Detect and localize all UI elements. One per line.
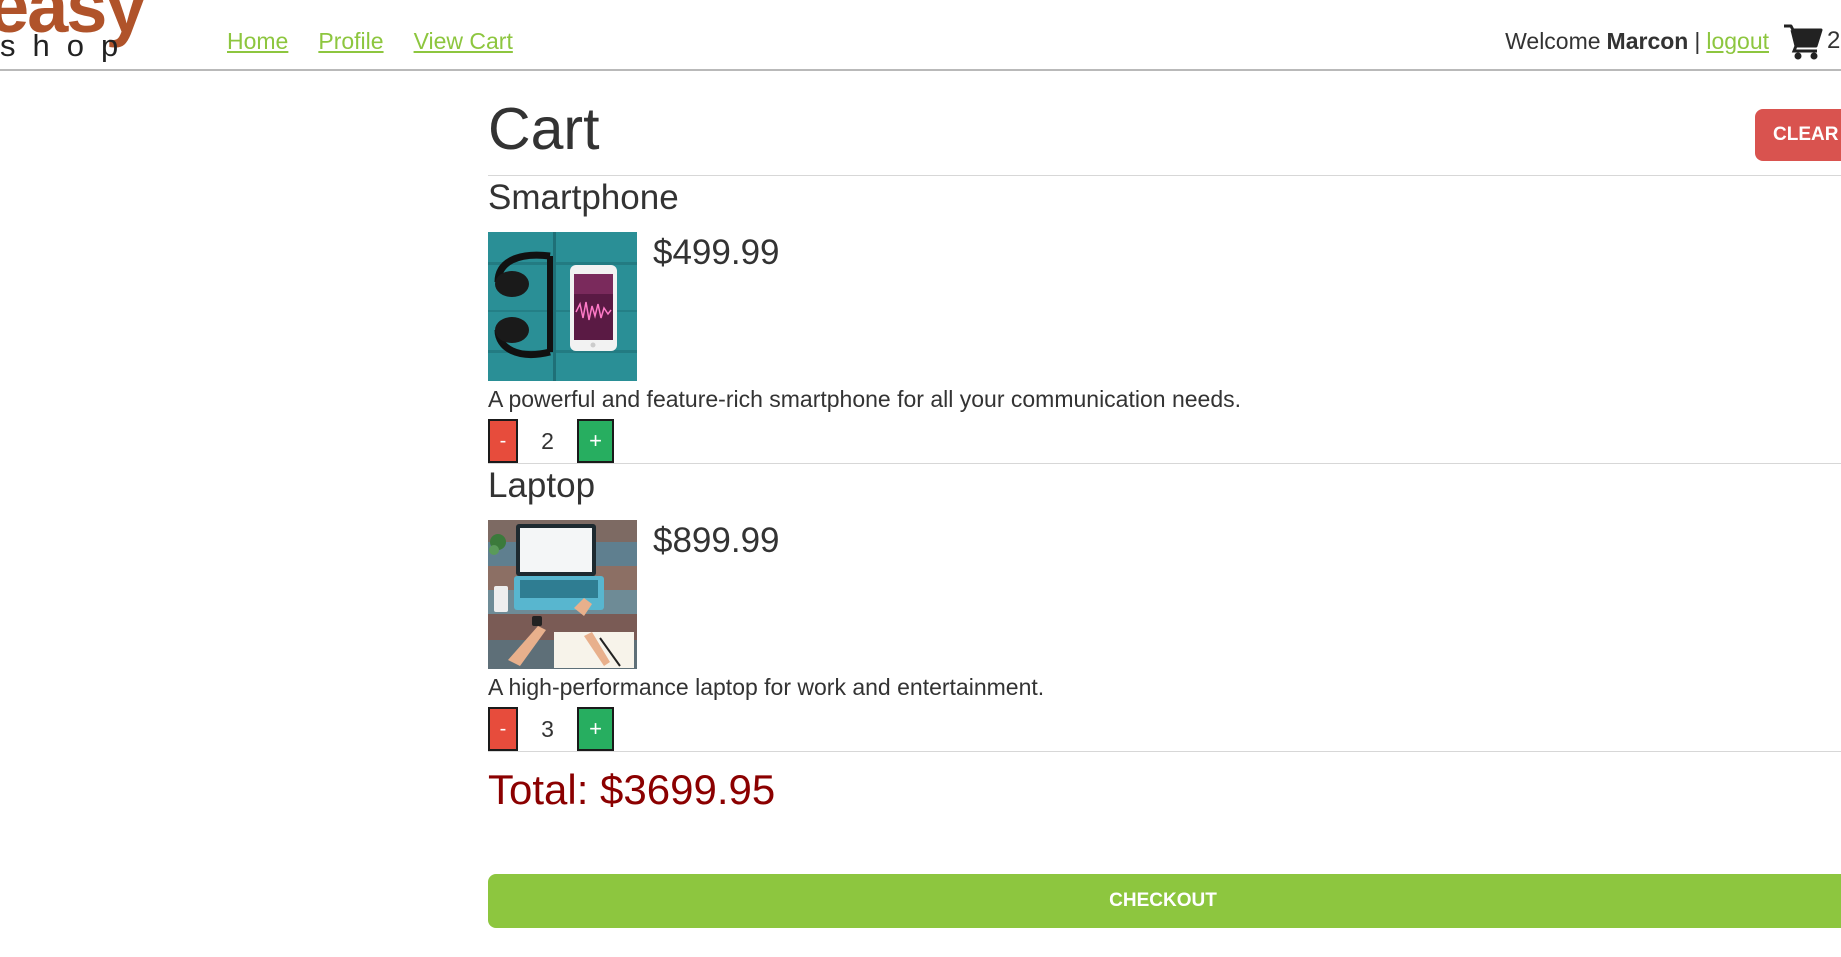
separator: | xyxy=(1694,27,1701,54)
user-area: Welcome Marcon | logout 2 xyxy=(1505,22,1841,60)
clear-cart-button[interactable]: CLEAR xyxy=(1755,109,1841,161)
decrease-quantity-button[interactable]: - xyxy=(488,419,518,463)
nav-view-cart-link[interactable]: View Cart xyxy=(414,28,513,55)
item-name: Smartphone xyxy=(488,178,679,217)
quantity-stepper: - 2 + xyxy=(488,419,614,463)
item-name: Laptop xyxy=(488,466,596,505)
item-price: $899.99 xyxy=(653,521,780,560)
decrease-quantity-button[interactable]: - xyxy=(488,707,518,751)
divider xyxy=(488,751,1841,752)
cart-total: Total: $3699.95 xyxy=(488,766,776,813)
divider xyxy=(488,463,1841,464)
site-logo[interactable]: easy shop xyxy=(0,0,195,62)
quantity-value: 3 xyxy=(541,715,554,742)
cart-count-badge: 2 xyxy=(1827,27,1841,54)
item-description: A high-performance laptop for work and e… xyxy=(488,674,1045,700)
smartphone-image xyxy=(488,232,637,381)
shopping-cart-icon[interactable] xyxy=(1783,22,1823,60)
increase-quantity-button[interactable]: + xyxy=(577,419,614,463)
quantity-value: 2 xyxy=(541,427,554,454)
logout-link[interactable]: logout xyxy=(1706,28,1769,55)
nav-home-link[interactable]: Home xyxy=(227,28,288,55)
item-description: A powerful and feature-rich smartphone f… xyxy=(488,386,1242,412)
site-header: easy shop Home Profile View Cart Welcome… xyxy=(0,0,1841,71)
username: Marcon xyxy=(1606,27,1689,54)
main-nav: Home Profile View Cart xyxy=(227,28,513,55)
welcome-text: Welcome xyxy=(1505,27,1601,54)
laptop-image xyxy=(488,520,637,669)
increase-quantity-button[interactable]: + xyxy=(577,707,614,751)
page-title: Cart xyxy=(488,96,600,162)
checkout-button[interactable]: CHECKOUT xyxy=(488,874,1841,928)
item-price: $499.99 xyxy=(653,233,780,272)
logo-shop: shop xyxy=(0,28,136,62)
quantity-stepper: - 3 + xyxy=(488,707,614,751)
nav-profile-link[interactable]: Profile xyxy=(318,28,383,55)
divider xyxy=(488,175,1841,176)
